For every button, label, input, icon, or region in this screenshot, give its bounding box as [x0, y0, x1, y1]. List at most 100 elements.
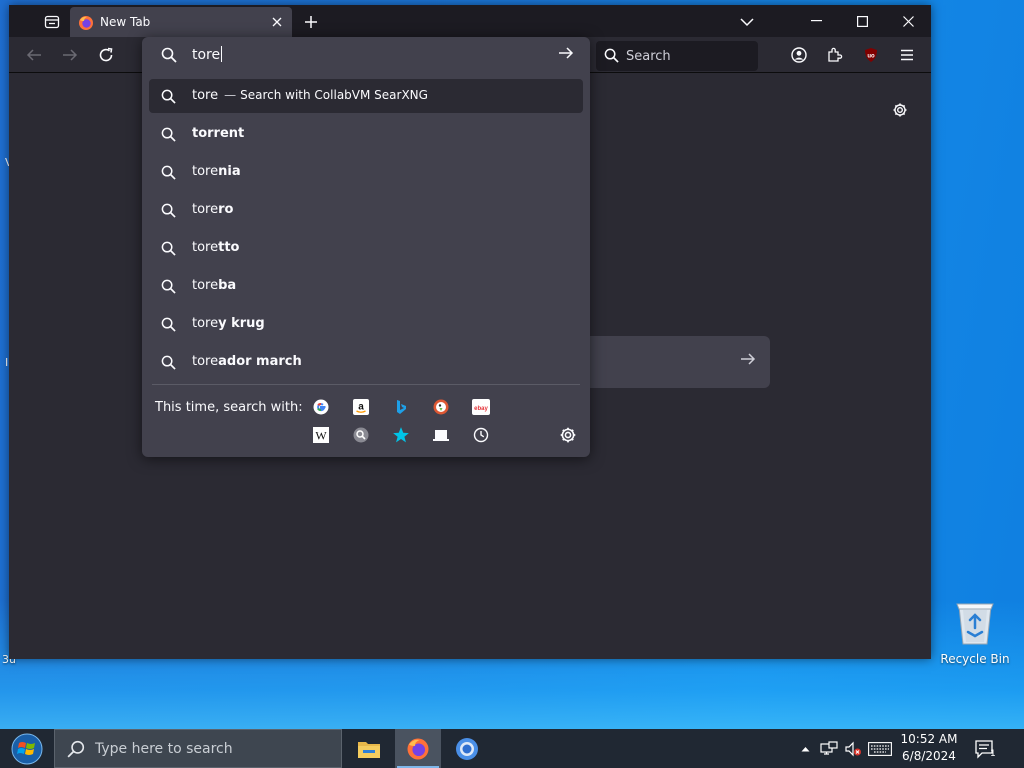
- amazon-icon: a: [353, 399, 369, 415]
- maximize-icon: [856, 15, 868, 27]
- firefox-taskbar-button[interactable]: [395, 729, 441, 768]
- tab-close-button[interactable]: [268, 13, 286, 31]
- maximize-button[interactable]: [839, 5, 885, 37]
- file-explorer-taskbar-button[interactable]: [346, 729, 392, 768]
- minimize-icon: [810, 20, 822, 22]
- go-arrow-icon[interactable]: [558, 46, 574, 60]
- urlbar-suggestion-row[interactable]: toreba: [149, 269, 583, 303]
- recycle-bin-desktop-icon[interactable]: Recycle Bin: [940, 600, 1010, 666]
- urlbar-suggestion-row[interactable]: toreador march: [149, 345, 583, 379]
- reload-button[interactable]: [92, 41, 120, 69]
- urlbar-input-row[interactable]: tore: [142, 37, 590, 75]
- svg-text:a: a: [358, 402, 364, 413]
- arrow-right-icon: [63, 49, 78, 61]
- firefox-view-button[interactable]: [39, 11, 65, 33]
- taskbar-clock[interactable]: 10:52 AM 6/8/2024: [896, 731, 962, 765]
- arrow-right-icon[interactable]: [740, 352, 756, 366]
- open-menu-button[interactable]: [894, 42, 920, 68]
- ebay-icon: ebay: [472, 399, 490, 415]
- search-icon: [161, 317, 176, 332]
- suggestion-text: toreador march: [192, 354, 302, 369]
- extensions-button[interactable]: [822, 42, 848, 68]
- urlbar-input-value: tore: [192, 47, 221, 63]
- suggestion-text: toretto: [192, 240, 239, 255]
- suggestion-text: torrent: [192, 126, 244, 141]
- account-button[interactable]: [786, 42, 812, 68]
- search-icon: [67, 740, 85, 758]
- minimize-button[interactable]: [793, 5, 839, 37]
- duckduckgo-icon: [433, 399, 449, 415]
- window-close-button[interactable]: [885, 5, 931, 37]
- urlbar-suggestion-row[interactable]: torero: [149, 193, 583, 227]
- ublock-origin-button[interactable]: uo: [858, 42, 884, 68]
- suggestion-typed-part: tore: [192, 240, 219, 255]
- firefox-logo-icon: [407, 738, 429, 759]
- suggestion-text: torey krug: [192, 316, 265, 331]
- volume-muted-icon: [845, 741, 861, 756]
- title-bar: New Tab: [9, 5, 931, 37]
- wikipedia-icon: W: [313, 427, 329, 443]
- one-off-search-label: This time, search with:: [155, 400, 303, 415]
- search-icon: [161, 355, 176, 370]
- urlbar-suggestion-row[interactable]: torey krug: [149, 307, 583, 341]
- urlbar-suggestion-row[interactable]: torrent: [149, 117, 583, 151]
- toolbar-search-box[interactable]: Search: [596, 41, 758, 71]
- urlbar-input[interactable]: tore: [192, 46, 223, 63]
- back-button[interactable]: [20, 41, 48, 69]
- tab-title: New Tab: [100, 15, 151, 29]
- suggestion-completion-part: ro: [218, 202, 234, 217]
- notification-count-badge: 1: [990, 749, 996, 759]
- suggestion-completion-part: tto: [218, 240, 240, 255]
- taskbar-search-box[interactable]: Type here to search: [54, 729, 342, 768]
- history-icon: [473, 427, 489, 443]
- start-button[interactable]: [0, 729, 54, 768]
- touch-keyboard-button[interactable]: [866, 729, 894, 768]
- new-tab-button[interactable]: [299, 10, 323, 34]
- urlbar-dropdown: tore tore — Search with CollabVM SearXNG to…: [142, 37, 590, 457]
- suggestion-completion-part: ador march: [218, 354, 302, 369]
- windows-start-orb-icon: [11, 733, 43, 764]
- google-icon: [313, 399, 329, 415]
- search-settings-gear-icon[interactable]: [559, 426, 577, 444]
- search-icon: [604, 48, 619, 63]
- recycle-bin-icon: [956, 603, 994, 645]
- firefox-view-icon: [44, 15, 60, 29]
- volume-tray-button[interactable]: [842, 729, 864, 768]
- search-engine-google-button[interactable]: [312, 398, 330, 416]
- one-off-divider: [152, 384, 580, 385]
- svg-text:ebay: ebay: [474, 406, 488, 412]
- new-tab-search-bar[interactable]: [569, 336, 770, 388]
- network-icon: [820, 740, 838, 755]
- network-tray-button[interactable]: [818, 729, 840, 768]
- urlbar-suggestion-row[interactable]: torenia: [149, 155, 583, 189]
- search-engine-searxng-button[interactable]: [352, 426, 370, 444]
- urlbar-suggestion-row[interactable]: toretto: [149, 231, 583, 265]
- chrome-taskbar-button[interactable]: [444, 729, 490, 768]
- search-engine-tabs-button[interactable]: [432, 426, 450, 444]
- toolbar-search-placeholder: Search: [626, 49, 671, 64]
- search-engine-bookmarks-button[interactable]: [392, 426, 410, 444]
- search-engine-duckduckgo-button[interactable]: [432, 398, 450, 416]
- suggestion-action-text: Search with CollabVM SearXNG: [240, 88, 428, 102]
- search-engine-history-button[interactable]: [472, 426, 490, 444]
- search-engine-wikipedia-button[interactable]: W: [312, 426, 330, 444]
- puzzle-piece-icon: [828, 47, 843, 62]
- search-engine-ebay-button[interactable]: ebay: [472, 398, 490, 416]
- tab-new-tab[interactable]: New Tab: [70, 7, 292, 37]
- svg-text:W: W: [315, 429, 327, 443]
- suggestion-completion-part: ba: [218, 278, 237, 293]
- action-center-button[interactable]: 1: [966, 729, 1006, 768]
- forward-button[interactable]: [56, 41, 84, 69]
- desktop-edge-text: I: [5, 356, 9, 369]
- suggestion-typed-part: tore: [192, 354, 219, 369]
- reload-icon: [99, 47, 113, 62]
- clock-date: 6/8/2024: [902, 749, 956, 763]
- taskbar-search-placeholder: Type here to search: [95, 741, 233, 757]
- search-icon: [161, 241, 176, 256]
- search-engine-bing-button[interactable]: [392, 398, 410, 416]
- urlbar-search-with-engine-row[interactable]: tore — Search with CollabVM SearXNG: [149, 79, 583, 113]
- show-hidden-icons-button[interactable]: [796, 729, 814, 768]
- customize-new-tab-button[interactable]: [889, 99, 911, 121]
- search-engine-amazon-button[interactable]: a: [352, 398, 370, 416]
- list-all-tabs-button[interactable]: [735, 11, 759, 33]
